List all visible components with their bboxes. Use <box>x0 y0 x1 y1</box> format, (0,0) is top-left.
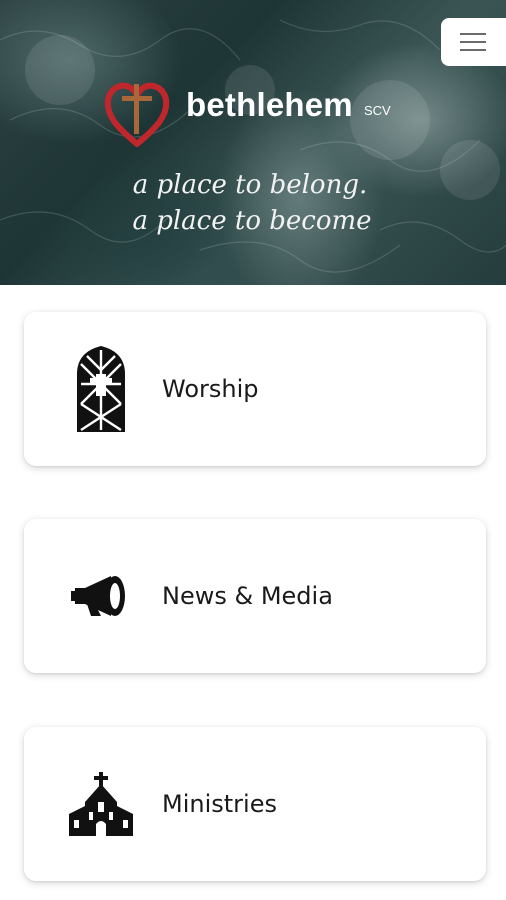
megaphone-icon <box>66 551 136 641</box>
hamburger-menu-button[interactable] <box>441 18 506 66</box>
news-media-label: News & Media <box>162 582 333 610</box>
worship-label: Worship <box>162 375 259 403</box>
ministries-card[interactable]: Ministries <box>24 727 486 881</box>
brand-name: bethlehem <box>186 86 353 123</box>
ocean-background-image <box>0 19 506 273</box>
church-icon <box>66 759 136 849</box>
news-media-card[interactable]: News & Media <box>24 519 486 673</box>
tagline-line-2: a place to become <box>132 206 372 236</box>
tagline-line-1: a place to belong. <box>132 170 368 200</box>
heart-cross-logo-icon <box>104 82 170 147</box>
worship-card[interactable]: Worship <box>24 312 486 466</box>
stained-glass-window-icon <box>66 344 136 434</box>
hamburger-menu-icon <box>460 33 486 35</box>
ministries-label: Ministries <box>162 790 277 818</box>
brand-suffix: SCV <box>364 103 391 118</box>
hero-header: bethlehem SCV a place to belong. a place… <box>0 0 506 285</box>
